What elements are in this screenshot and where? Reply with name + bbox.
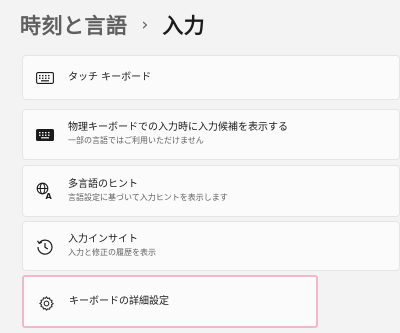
breadcrumb-separator-icon: › (141, 15, 149, 35)
setting-description: 入力と修正の履歴を表示 (68, 248, 156, 257)
setting-title: 物理キーボードでの入力時に入力候補を表示する (68, 122, 288, 133)
setting-title: 多言語のヒント (68, 179, 138, 190)
setting-advanced-keyboard[interactable]: キーボードの詳細設定 (22, 275, 318, 328)
breadcrumb-parent[interactable]: 時刻と言語 (20, 10, 128, 40)
setting-description: 一部の言語ではご利用いただけません (68, 136, 204, 145)
setting-title: キーボードの詳細設定 (69, 296, 169, 307)
keyboard-icon (36, 69, 54, 87)
setting-touch-keyboard[interactable]: タッチ キーボード (22, 55, 400, 100)
svg-text:A: A (46, 192, 53, 200)
setting-title: 入力インサイト (68, 234, 138, 245)
setting-title: タッチ キーボード (68, 72, 152, 83)
setting-multilingual-hints[interactable]: A 多言語のヒント 言語設定に基づいて入力ヒントを表示します (22, 165, 400, 217)
setting-typing-insights[interactable]: 入力インサイト 入力と修正の履歴を表示 (22, 221, 400, 271)
breadcrumb: 時刻と言語 › 入力 (20, 8, 205, 42)
page-title: 入力 (162, 14, 206, 38)
setting-physical-keyboard-suggestions[interactable]: 物理キーボードでの入力時に入力候補を表示する 一部の言語ではご利用いただけません (22, 109, 400, 160)
history-icon (36, 238, 54, 256)
language-icon: A (36, 182, 54, 200)
keyboard-icon (36, 126, 54, 144)
setting-description: 言語設定に基づいて入力ヒントを表示します (68, 193, 228, 202)
gear-icon (37, 294, 55, 312)
